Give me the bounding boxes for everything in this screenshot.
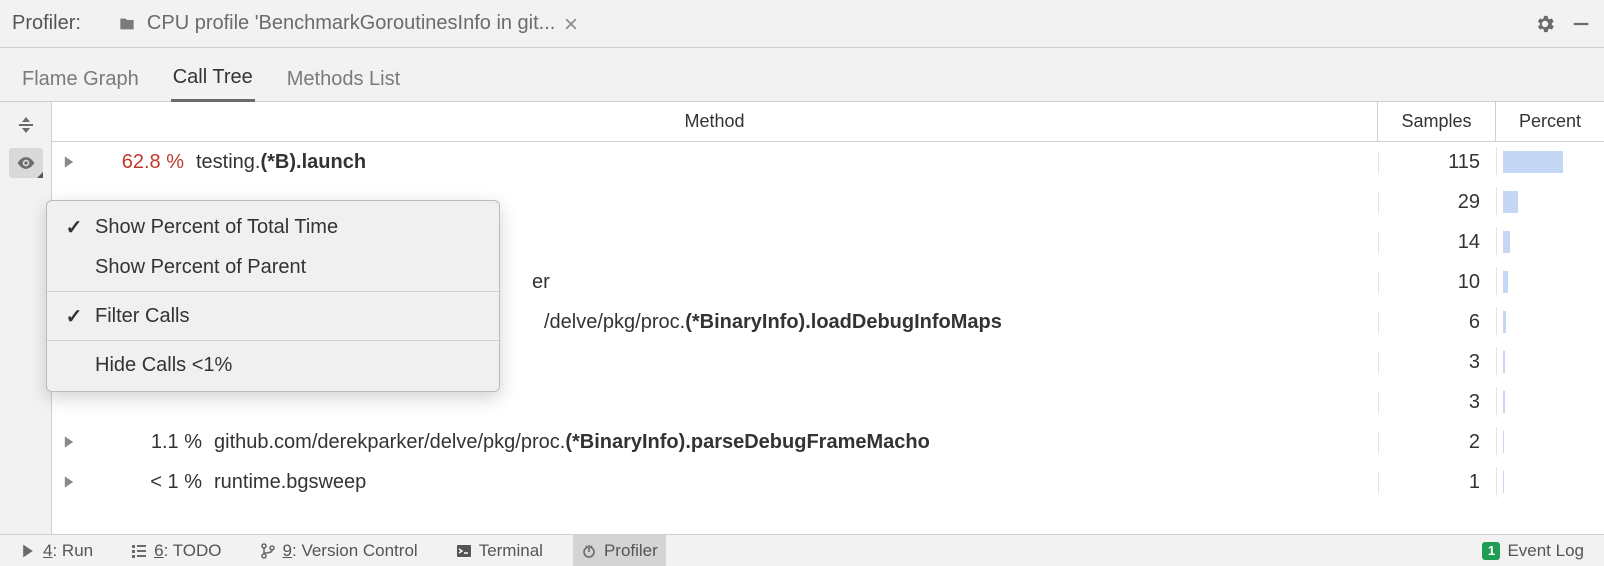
col-header-percent[interactable]: Percent — [1496, 102, 1604, 141]
menu-show-percent-total[interactable]: ✓ Show Percent of Total Time — [47, 207, 499, 247]
view-options-button[interactable] — [9, 148, 43, 178]
profile-title: CPU profile 'BenchmarkGoroutinesInfo in … — [147, 12, 555, 35]
table-row[interactable]: < 1 % runtime.bgsweep 1 — [52, 462, 1604, 502]
status-event-log[interactable]: 1 Event Log — [1474, 535, 1592, 566]
table-row[interactable]: 62.8 % testing.(*B).launch 115 — [52, 142, 1604, 182]
profiler-header: Profiler: CPU profile 'BenchmarkGoroutin… — [0, 0, 1604, 48]
collapse-icon — [16, 115, 36, 135]
status-todo[interactable]: 6: TODO — [123, 535, 229, 566]
tab-flame-graph[interactable]: Flame Graph — [20, 56, 141, 101]
percent-value: 1.1 % — [112, 431, 202, 454]
profiler-subtabs: Flame Graph Call Tree Methods List — [0, 48, 1604, 102]
profiler-label: Profiler: — [12, 12, 81, 35]
play-icon — [20, 543, 36, 559]
folder-icon — [117, 16, 137, 32]
check-icon: ✓ — [65, 304, 83, 329]
col-header-method[interactable]: Method — [52, 102, 1378, 141]
table-row[interactable]: 1.1 % github.com/derekparker/delve/pkg/p… — [52, 422, 1604, 462]
samples-value: 1 — [1378, 471, 1496, 494]
status-profiler[interactable]: Profiler — [573, 535, 666, 566]
menu-hide-calls[interactable]: Hide Calls <1% — [47, 345, 499, 385]
profile-tab[interactable]: CPU profile 'BenchmarkGoroutinesInfo in … — [109, 6, 585, 41]
menu-show-percent-parent[interactable]: Show Percent of Parent — [47, 247, 499, 287]
status-vcs[interactable]: 9: Version Control — [252, 535, 426, 566]
percent-bar — [1496, 147, 1604, 177]
collapse-all-button[interactable] — [9, 110, 43, 140]
method-name: runtime.bgsweep — [214, 471, 366, 494]
tab-methods-list[interactable]: Methods List — [285, 56, 402, 101]
tab-call-tree[interactable]: Call Tree — [171, 54, 255, 102]
method-name: github.com/derekparker/delve/pkg/proc.(*… — [214, 431, 930, 454]
check-icon: ✓ — [65, 215, 83, 240]
eye-icon — [16, 153, 36, 173]
close-icon[interactable] — [565, 18, 577, 30]
view-options-menu: ✓ Show Percent of Total Time Show Percen… — [46, 200, 500, 392]
gear-icon[interactable] — [1534, 13, 1556, 35]
profiler-icon — [581, 543, 597, 559]
terminal-icon — [456, 543, 472, 559]
expand-icon[interactable] — [62, 155, 76, 169]
expand-icon[interactable] — [62, 435, 76, 449]
status-terminal[interactable]: Terminal — [448, 535, 551, 566]
percent-value: < 1 % — [112, 471, 202, 494]
menu-separator — [47, 340, 499, 341]
status-bar: 4: Run 6: TODO 9: Version Control Termin… — [0, 534, 1604, 566]
samples-value: 2 — [1378, 431, 1496, 454]
samples-value: 115 — [1378, 151, 1496, 174]
minimize-icon[interactable] — [1570, 13, 1592, 35]
menu-separator — [47, 291, 499, 292]
branch-icon — [260, 543, 276, 559]
menu-filter-calls[interactable]: ✓ Filter Calls — [47, 296, 499, 336]
col-header-samples[interactable]: Samples — [1378, 102, 1496, 141]
method-name: testing.(*B).launch — [196, 151, 366, 174]
grid-header: Method Samples Percent — [52, 102, 1604, 142]
todo-icon — [131, 543, 147, 559]
notification-badge: 1 — [1482, 542, 1500, 560]
expand-icon[interactable] — [62, 475, 76, 489]
percent-value: 62.8 % — [94, 151, 184, 174]
status-run[interactable]: 4: Run — [12, 535, 101, 566]
dropdown-corner-icon — [37, 172, 43, 178]
gutter-toolbar — [0, 102, 52, 534]
